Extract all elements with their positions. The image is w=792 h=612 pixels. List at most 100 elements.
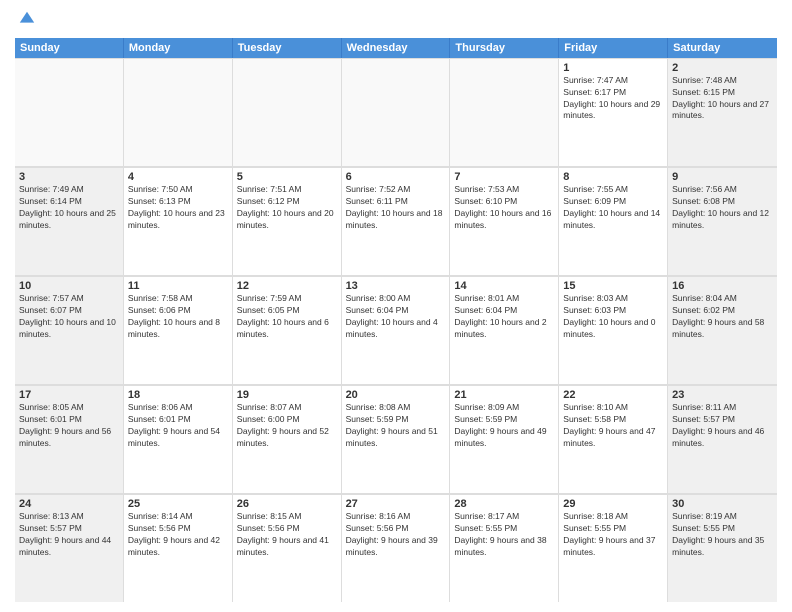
day-info: Sunrise: 8:04 AM Sunset: 6:02 PM Dayligh… bbox=[672, 293, 773, 341]
calendar-cell: 25Sunrise: 8:14 AM Sunset: 5:56 PM Dayli… bbox=[124, 494, 233, 602]
calendar-row: 3Sunrise: 7:49 AM Sunset: 6:14 PM Daylig… bbox=[15, 167, 777, 276]
day-info: Sunrise: 8:09 AM Sunset: 5:59 PM Dayligh… bbox=[454, 402, 554, 450]
calendar-cell: 15Sunrise: 8:03 AM Sunset: 6:03 PM Dayli… bbox=[559, 276, 668, 384]
calendar-row: 24Sunrise: 8:13 AM Sunset: 5:57 PM Dayli… bbox=[15, 494, 777, 602]
day-info: Sunrise: 8:05 AM Sunset: 6:01 PM Dayligh… bbox=[19, 402, 119, 450]
calendar-row: 1Sunrise: 7:47 AM Sunset: 6:17 PM Daylig… bbox=[15, 58, 777, 167]
calendar-cell: 8Sunrise: 7:55 AM Sunset: 6:09 PM Daylig… bbox=[559, 167, 668, 275]
day-number: 10 bbox=[19, 280, 119, 292]
calendar-body: 1Sunrise: 7:47 AM Sunset: 6:17 PM Daylig… bbox=[15, 58, 777, 602]
day-info: Sunrise: 8:11 AM Sunset: 5:57 PM Dayligh… bbox=[672, 402, 773, 450]
calendar-row: 10Sunrise: 7:57 AM Sunset: 6:07 PM Dayli… bbox=[15, 276, 777, 385]
day-number: 15 bbox=[563, 280, 663, 292]
day-info: Sunrise: 8:03 AM Sunset: 6:03 PM Dayligh… bbox=[563, 293, 663, 341]
day-number: 7 bbox=[454, 171, 554, 183]
day-info: Sunrise: 8:17 AM Sunset: 5:55 PM Dayligh… bbox=[454, 511, 554, 559]
calendar-cell: 14Sunrise: 8:01 AM Sunset: 6:04 PM Dayli… bbox=[450, 276, 559, 384]
calendar-cell: 29Sunrise: 8:18 AM Sunset: 5:55 PM Dayli… bbox=[559, 494, 668, 602]
day-info: Sunrise: 7:55 AM Sunset: 6:09 PM Dayligh… bbox=[563, 184, 663, 232]
day-info: Sunrise: 8:14 AM Sunset: 5:56 PM Dayligh… bbox=[128, 511, 228, 559]
day-number: 19 bbox=[237, 389, 337, 401]
day-info: Sunrise: 8:18 AM Sunset: 5:55 PM Dayligh… bbox=[563, 511, 663, 559]
calendar-cell: 26Sunrise: 8:15 AM Sunset: 5:56 PM Dayli… bbox=[233, 494, 342, 602]
calendar-cell: 28Sunrise: 8:17 AM Sunset: 5:55 PM Dayli… bbox=[450, 494, 559, 602]
calendar-cell: 11Sunrise: 7:58 AM Sunset: 6:06 PM Dayli… bbox=[124, 276, 233, 384]
day-info: Sunrise: 7:53 AM Sunset: 6:10 PM Dayligh… bbox=[454, 184, 554, 232]
calendar-cell: 18Sunrise: 8:06 AM Sunset: 6:01 PM Dayli… bbox=[124, 385, 233, 493]
calendar-row: 17Sunrise: 8:05 AM Sunset: 6:01 PM Dayli… bbox=[15, 385, 777, 494]
day-info: Sunrise: 7:48 AM Sunset: 6:15 PM Dayligh… bbox=[672, 75, 773, 123]
logo-icon bbox=[18, 10, 36, 28]
calendar-cell: 19Sunrise: 8:07 AM Sunset: 6:00 PM Dayli… bbox=[233, 385, 342, 493]
day-number: 26 bbox=[237, 498, 337, 510]
day-number: 14 bbox=[454, 280, 554, 292]
day-number: 4 bbox=[128, 171, 228, 183]
weekday-header: Sunday bbox=[15, 38, 124, 58]
day-info: Sunrise: 8:10 AM Sunset: 5:58 PM Dayligh… bbox=[563, 402, 663, 450]
day-number: 9 bbox=[672, 171, 773, 183]
calendar-cell: 9Sunrise: 7:56 AM Sunset: 6:08 PM Daylig… bbox=[668, 167, 777, 275]
logo bbox=[15, 10, 36, 32]
logo-blue bbox=[15, 10, 36, 32]
day-info: Sunrise: 8:08 AM Sunset: 5:59 PM Dayligh… bbox=[346, 402, 446, 450]
page: SundayMondayTuesdayWednesdayThursdayFrid… bbox=[0, 0, 792, 612]
calendar-cell: 16Sunrise: 8:04 AM Sunset: 6:02 PM Dayli… bbox=[668, 276, 777, 384]
day-info: Sunrise: 8:13 AM Sunset: 5:57 PM Dayligh… bbox=[19, 511, 119, 559]
calendar-header: SundayMondayTuesdayWednesdayThursdayFrid… bbox=[15, 38, 777, 58]
weekday-header: Thursday bbox=[450, 38, 559, 58]
calendar-cell: 10Sunrise: 7:57 AM Sunset: 6:07 PM Dayli… bbox=[15, 276, 124, 384]
day-number: 13 bbox=[346, 280, 446, 292]
calendar-cell: 6Sunrise: 7:52 AM Sunset: 6:11 PM Daylig… bbox=[342, 167, 451, 275]
day-info: Sunrise: 8:07 AM Sunset: 6:00 PM Dayligh… bbox=[237, 402, 337, 450]
calendar-cell: 2Sunrise: 7:48 AM Sunset: 6:15 PM Daylig… bbox=[668, 58, 777, 166]
calendar-cell: 12Sunrise: 7:59 AM Sunset: 6:05 PM Dayli… bbox=[233, 276, 342, 384]
day-number: 6 bbox=[346, 171, 446, 183]
day-number: 25 bbox=[128, 498, 228, 510]
day-info: Sunrise: 8:19 AM Sunset: 5:55 PM Dayligh… bbox=[672, 511, 773, 559]
day-info: Sunrise: 7:50 AM Sunset: 6:13 PM Dayligh… bbox=[128, 184, 228, 232]
calendar-cell: 17Sunrise: 8:05 AM Sunset: 6:01 PM Dayli… bbox=[15, 385, 124, 493]
day-number: 8 bbox=[563, 171, 663, 183]
day-info: Sunrise: 7:47 AM Sunset: 6:17 PM Dayligh… bbox=[563, 75, 663, 123]
calendar-cell: 30Sunrise: 8:19 AM Sunset: 5:55 PM Dayli… bbox=[668, 494, 777, 602]
calendar-cell: 4Sunrise: 7:50 AM Sunset: 6:13 PM Daylig… bbox=[124, 167, 233, 275]
calendar-cell bbox=[450, 58, 559, 166]
calendar-cell bbox=[15, 58, 124, 166]
calendar-cell: 5Sunrise: 7:51 AM Sunset: 6:12 PM Daylig… bbox=[233, 167, 342, 275]
day-number: 29 bbox=[563, 498, 663, 510]
day-number: 28 bbox=[454, 498, 554, 510]
calendar-cell: 3Sunrise: 7:49 AM Sunset: 6:14 PM Daylig… bbox=[15, 167, 124, 275]
day-info: Sunrise: 8:00 AM Sunset: 6:04 PM Dayligh… bbox=[346, 293, 446, 341]
day-number: 11 bbox=[128, 280, 228, 292]
day-number: 24 bbox=[19, 498, 119, 510]
day-info: Sunrise: 8:16 AM Sunset: 5:56 PM Dayligh… bbox=[346, 511, 446, 559]
weekday-header: Tuesday bbox=[233, 38, 342, 58]
header bbox=[15, 10, 777, 32]
calendar-cell: 7Sunrise: 7:53 AM Sunset: 6:10 PM Daylig… bbox=[450, 167, 559, 275]
day-number: 22 bbox=[563, 389, 663, 401]
day-number: 16 bbox=[672, 280, 773, 292]
day-info: Sunrise: 8:01 AM Sunset: 6:04 PM Dayligh… bbox=[454, 293, 554, 341]
calendar-cell: 23Sunrise: 8:11 AM Sunset: 5:57 PM Dayli… bbox=[668, 385, 777, 493]
day-info: Sunrise: 8:15 AM Sunset: 5:56 PM Dayligh… bbox=[237, 511, 337, 559]
day-number: 5 bbox=[237, 171, 337, 183]
day-number: 17 bbox=[19, 389, 119, 401]
weekday-header: Friday bbox=[559, 38, 668, 58]
calendar: SundayMondayTuesdayWednesdayThursdayFrid… bbox=[15, 38, 777, 602]
day-number: 18 bbox=[128, 389, 228, 401]
calendar-cell bbox=[233, 58, 342, 166]
calendar-cell bbox=[342, 58, 451, 166]
weekday-header: Saturday bbox=[668, 38, 777, 58]
calendar-cell: 20Sunrise: 8:08 AM Sunset: 5:59 PM Dayli… bbox=[342, 385, 451, 493]
logo-text bbox=[15, 10, 36, 32]
weekday-header: Monday bbox=[124, 38, 233, 58]
day-info: Sunrise: 7:51 AM Sunset: 6:12 PM Dayligh… bbox=[237, 184, 337, 232]
day-info: Sunrise: 7:59 AM Sunset: 6:05 PM Dayligh… bbox=[237, 293, 337, 341]
day-number: 2 bbox=[672, 62, 773, 74]
calendar-cell: 1Sunrise: 7:47 AM Sunset: 6:17 PM Daylig… bbox=[559, 58, 668, 166]
calendar-cell: 27Sunrise: 8:16 AM Sunset: 5:56 PM Dayli… bbox=[342, 494, 451, 602]
calendar-cell: 24Sunrise: 8:13 AM Sunset: 5:57 PM Dayli… bbox=[15, 494, 124, 602]
day-info: Sunrise: 7:49 AM Sunset: 6:14 PM Dayligh… bbox=[19, 184, 119, 232]
day-info: Sunrise: 8:06 AM Sunset: 6:01 PM Dayligh… bbox=[128, 402, 228, 450]
day-number: 1 bbox=[563, 62, 663, 74]
